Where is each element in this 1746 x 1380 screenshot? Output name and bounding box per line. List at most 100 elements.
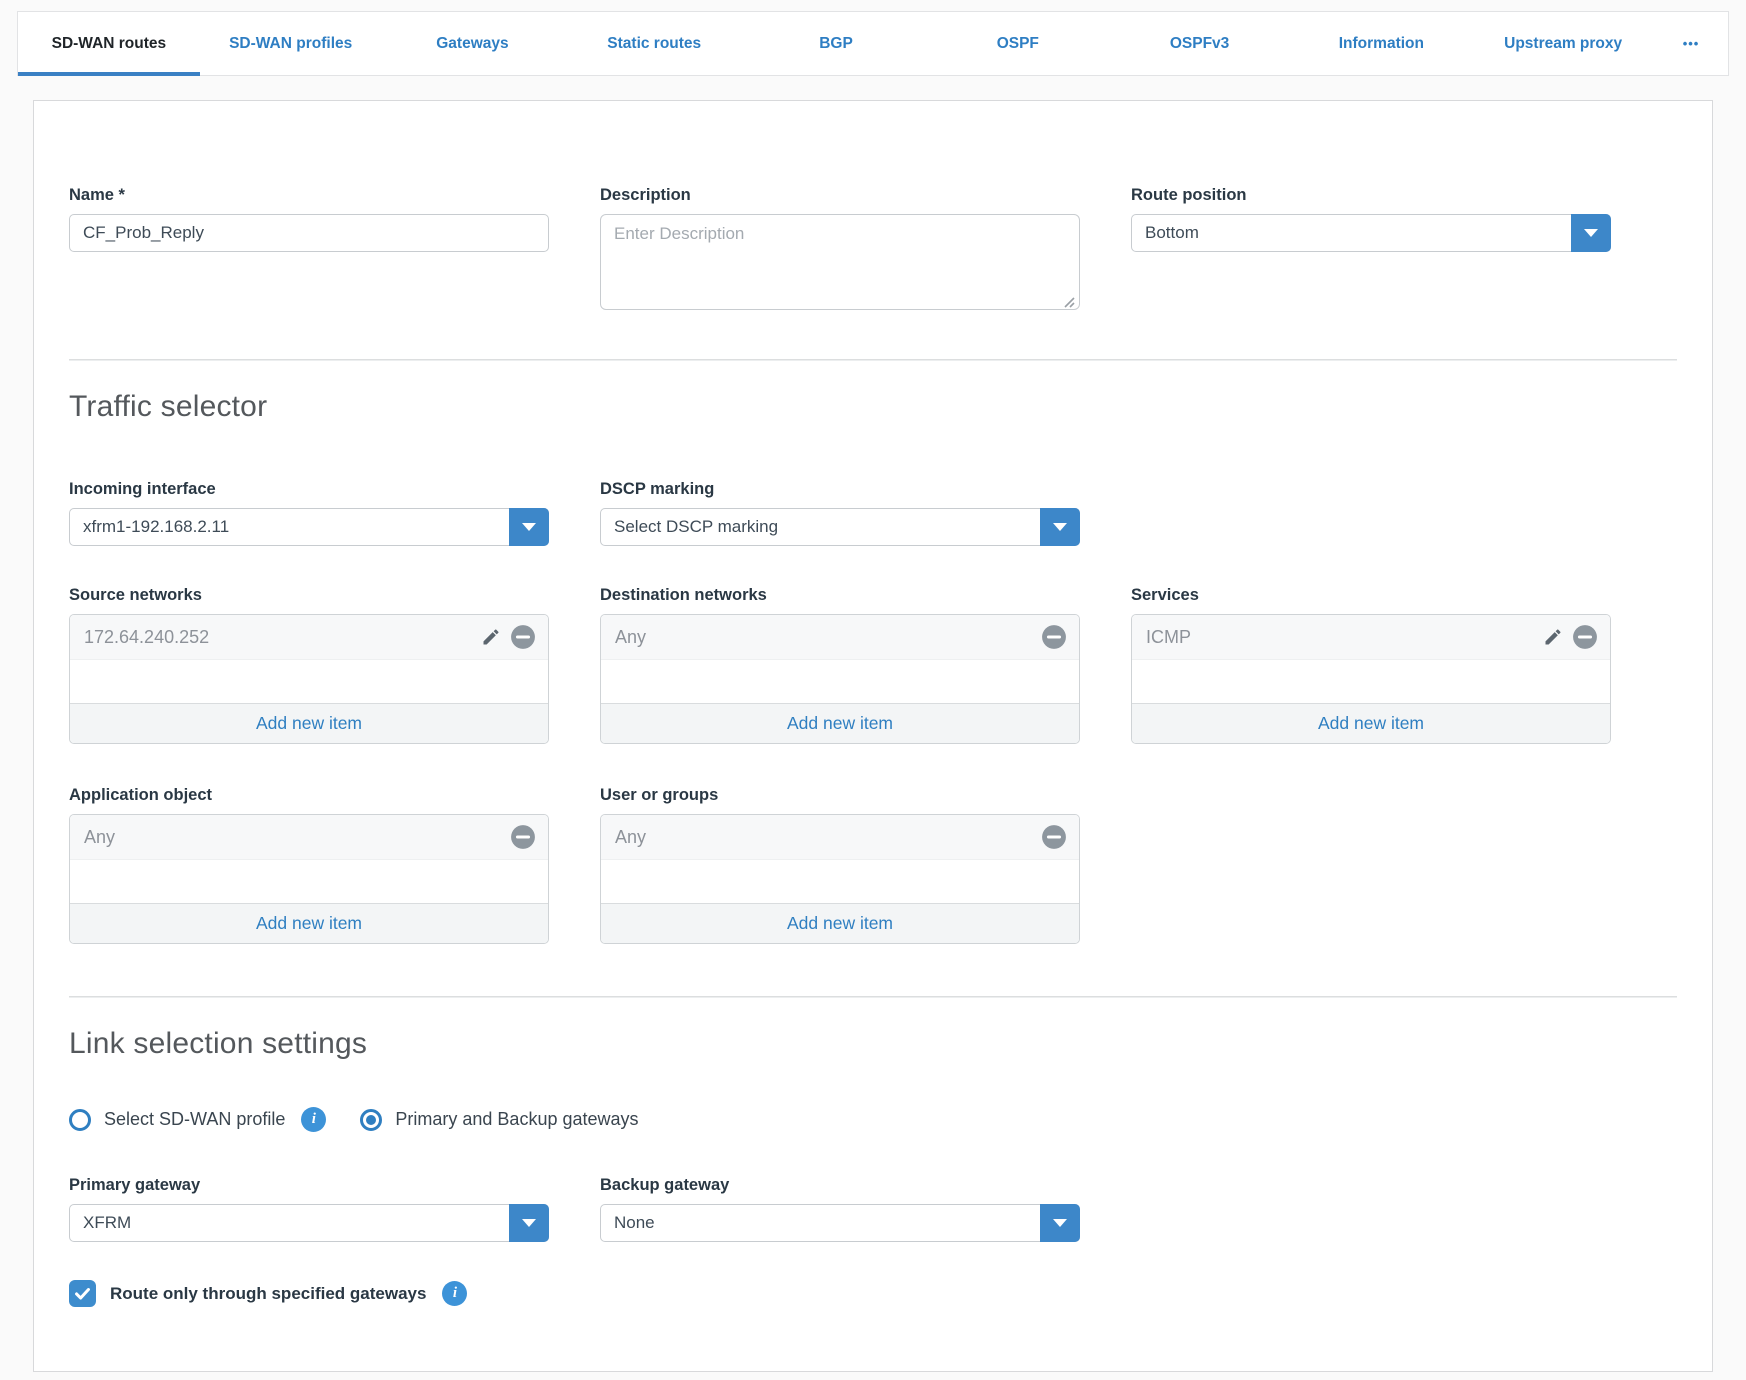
networks-services-row: Source networks 172.64.240.252 Add new i… xyxy=(69,586,1677,744)
destination-networks-label: Destination networks xyxy=(600,586,1080,605)
radio-label: Select SD-WAN profile xyxy=(104,1109,285,1130)
routing-tab-bar: SD-WAN routes SD-WAN profiles Gateways S… xyxy=(17,11,1729,76)
chevron-down-icon xyxy=(1053,523,1067,531)
dscp-marking-dropdown-button[interactable] xyxy=(1040,508,1080,546)
services-add-button[interactable]: Add new item xyxy=(1132,703,1610,743)
route-only-checkbox[interactable] xyxy=(69,1280,96,1307)
remove-minus-icon[interactable] xyxy=(1041,824,1067,850)
listbox-empty-area xyxy=(70,660,548,703)
route-position-dropdown[interactable]: Bottom xyxy=(1131,214,1611,252)
incoming-interface-field-group: Incoming interface xfrm1-192.168.2.11 xyxy=(69,480,549,546)
name-label: Name * xyxy=(69,186,549,205)
source-networks-listbox: 172.64.240.252 Add new item xyxy=(69,614,549,744)
primary-gateway-dropdown-button[interactable] xyxy=(509,1204,549,1242)
edit-pencil-icon[interactable] xyxy=(1543,627,1563,647)
dscp-marking-dropdown[interactable]: Select DSCP marking xyxy=(600,508,1080,546)
chevron-down-icon xyxy=(522,523,536,531)
listbox-empty-area xyxy=(601,660,1079,703)
link-selection-radio-row: Select SD-WAN profile i Primary and Back… xyxy=(69,1107,1677,1132)
source-networks-field-group: Source networks 172.64.240.252 Add new i… xyxy=(69,586,549,744)
description-label: Description xyxy=(600,186,1080,205)
list-item: ICMP xyxy=(1132,615,1610,660)
source-networks-label: Source networks xyxy=(69,586,549,605)
source-networks-add-button[interactable]: Add new item xyxy=(70,703,548,743)
description-textarea[interactable] xyxy=(600,214,1080,310)
source-network-value: 172.64.240.252 xyxy=(84,627,481,648)
section-divider xyxy=(69,359,1677,360)
route-only-checkbox-label: Route only through specified gateways xyxy=(110,1284,426,1304)
radio-button-selected[interactable] xyxy=(360,1109,382,1131)
radio-select-sdwan-profile[interactable]: Select SD-WAN profile xyxy=(69,1109,285,1131)
app-users-row: Application object Any Add new item User… xyxy=(69,786,1677,944)
list-item: 172.64.240.252 xyxy=(70,615,548,660)
dscp-marking-field-group: DSCP marking Select DSCP marking xyxy=(600,480,1080,546)
gateways-row: Primary gateway XFRM Backup gateway None xyxy=(69,1176,1677,1242)
remove-minus-icon[interactable] xyxy=(510,624,536,650)
tab-information[interactable]: Information xyxy=(1290,12,1472,75)
tab-ospfv3[interactable]: OSPFv3 xyxy=(1109,12,1291,75)
user-or-groups-field-group: User or groups Any Add new item xyxy=(600,786,1080,944)
incoming-interface-dropdown-button[interactable] xyxy=(509,508,549,546)
tab-upstream-proxy[interactable]: Upstream proxy xyxy=(1472,12,1654,75)
backup-gateway-label: Backup gateway xyxy=(600,1176,1080,1195)
incoming-interface-value: xfrm1-192.168.2.11 xyxy=(83,517,229,537)
application-object-label: Application object xyxy=(69,786,549,805)
section-divider xyxy=(69,996,1677,997)
user-or-groups-value: Any xyxy=(615,827,1041,848)
backup-gateway-field-group: Backup gateway None xyxy=(600,1176,1080,1242)
tab-ospf[interactable]: OSPF xyxy=(927,12,1109,75)
backup-gateway-dropdown[interactable]: None xyxy=(600,1204,1080,1242)
route-position-dropdown-button[interactable] xyxy=(1571,214,1611,252)
services-field-group: Services ICMP Add new item xyxy=(1131,586,1611,744)
dscp-marking-value: Select DSCP marking xyxy=(614,517,778,537)
edit-pencil-icon[interactable] xyxy=(481,627,501,647)
application-object-add-button[interactable]: Add new item xyxy=(70,903,548,943)
tab-sd-wan-routes[interactable]: SD-WAN routes xyxy=(18,12,200,75)
info-icon[interactable]: i xyxy=(301,1107,326,1132)
remove-minus-icon[interactable] xyxy=(1041,624,1067,650)
list-item: Any xyxy=(70,815,548,860)
user-or-groups-label: User or groups xyxy=(600,786,1080,805)
primary-gateway-dropdown[interactable]: XFRM xyxy=(69,1204,549,1242)
service-value: ICMP xyxy=(1146,627,1543,648)
tab-static-routes[interactable]: Static routes xyxy=(563,12,745,75)
listbox-empty-area xyxy=(1132,660,1610,703)
application-object-value: Any xyxy=(84,827,510,848)
tab-sd-wan-profiles[interactable]: SD-WAN profiles xyxy=(200,12,382,75)
route-only-checkbox-row: Route only through specified gateways i xyxy=(69,1280,1677,1307)
radio-label: Primary and Backup gateways xyxy=(395,1109,638,1130)
destination-networks-add-button[interactable]: Add new item xyxy=(601,703,1079,743)
radio-primary-backup-gateways[interactable]: Primary and Backup gateways xyxy=(360,1109,638,1131)
primary-gateway-value: XFRM xyxy=(83,1213,131,1233)
interface-dscp-row: Incoming interface xfrm1-192.168.2.11 DS… xyxy=(69,480,1677,546)
chevron-down-icon xyxy=(1584,229,1598,237)
services-listbox: ICMP Add new item xyxy=(1131,614,1611,744)
application-object-listbox: Any Add new item xyxy=(69,814,549,944)
backup-gateway-dropdown-button[interactable] xyxy=(1040,1204,1080,1242)
name-field-group: Name * xyxy=(69,186,549,315)
route-position-value: Bottom xyxy=(1145,223,1199,243)
tab-gateways[interactable]: Gateways xyxy=(382,12,564,75)
radio-button-unselected[interactable] xyxy=(69,1109,91,1131)
list-item: Any xyxy=(601,615,1079,660)
tab-bgp[interactable]: BGP xyxy=(745,12,927,75)
user-or-groups-listbox: Any Add new item xyxy=(600,814,1080,944)
info-icon[interactable]: i xyxy=(442,1281,467,1306)
listbox-empty-area xyxy=(70,860,548,903)
route-position-field-group: Route position Bottom xyxy=(1131,186,1611,315)
list-item: Any xyxy=(601,815,1079,860)
application-object-field-group: Application object Any Add new item xyxy=(69,786,549,944)
remove-minus-icon[interactable] xyxy=(1572,624,1598,650)
incoming-interface-dropdown[interactable]: xfrm1-192.168.2.11 xyxy=(69,508,549,546)
user-or-groups-add-button[interactable]: Add new item xyxy=(601,903,1079,943)
services-label: Services xyxy=(1131,586,1611,605)
chevron-down-icon xyxy=(1053,1219,1067,1227)
dscp-marking-label: DSCP marking xyxy=(600,480,1080,499)
more-tabs-icon[interactable]: ••• xyxy=(1654,12,1728,75)
listbox-empty-area xyxy=(601,860,1079,903)
destination-networks-field-group: Destination networks Any Add new item xyxy=(600,586,1080,744)
name-input[interactable] xyxy=(69,214,549,252)
primary-gateway-field-group: Primary gateway XFRM xyxy=(69,1176,549,1242)
remove-minus-icon[interactable] xyxy=(510,824,536,850)
destination-networks-listbox: Any Add new item xyxy=(600,614,1080,744)
